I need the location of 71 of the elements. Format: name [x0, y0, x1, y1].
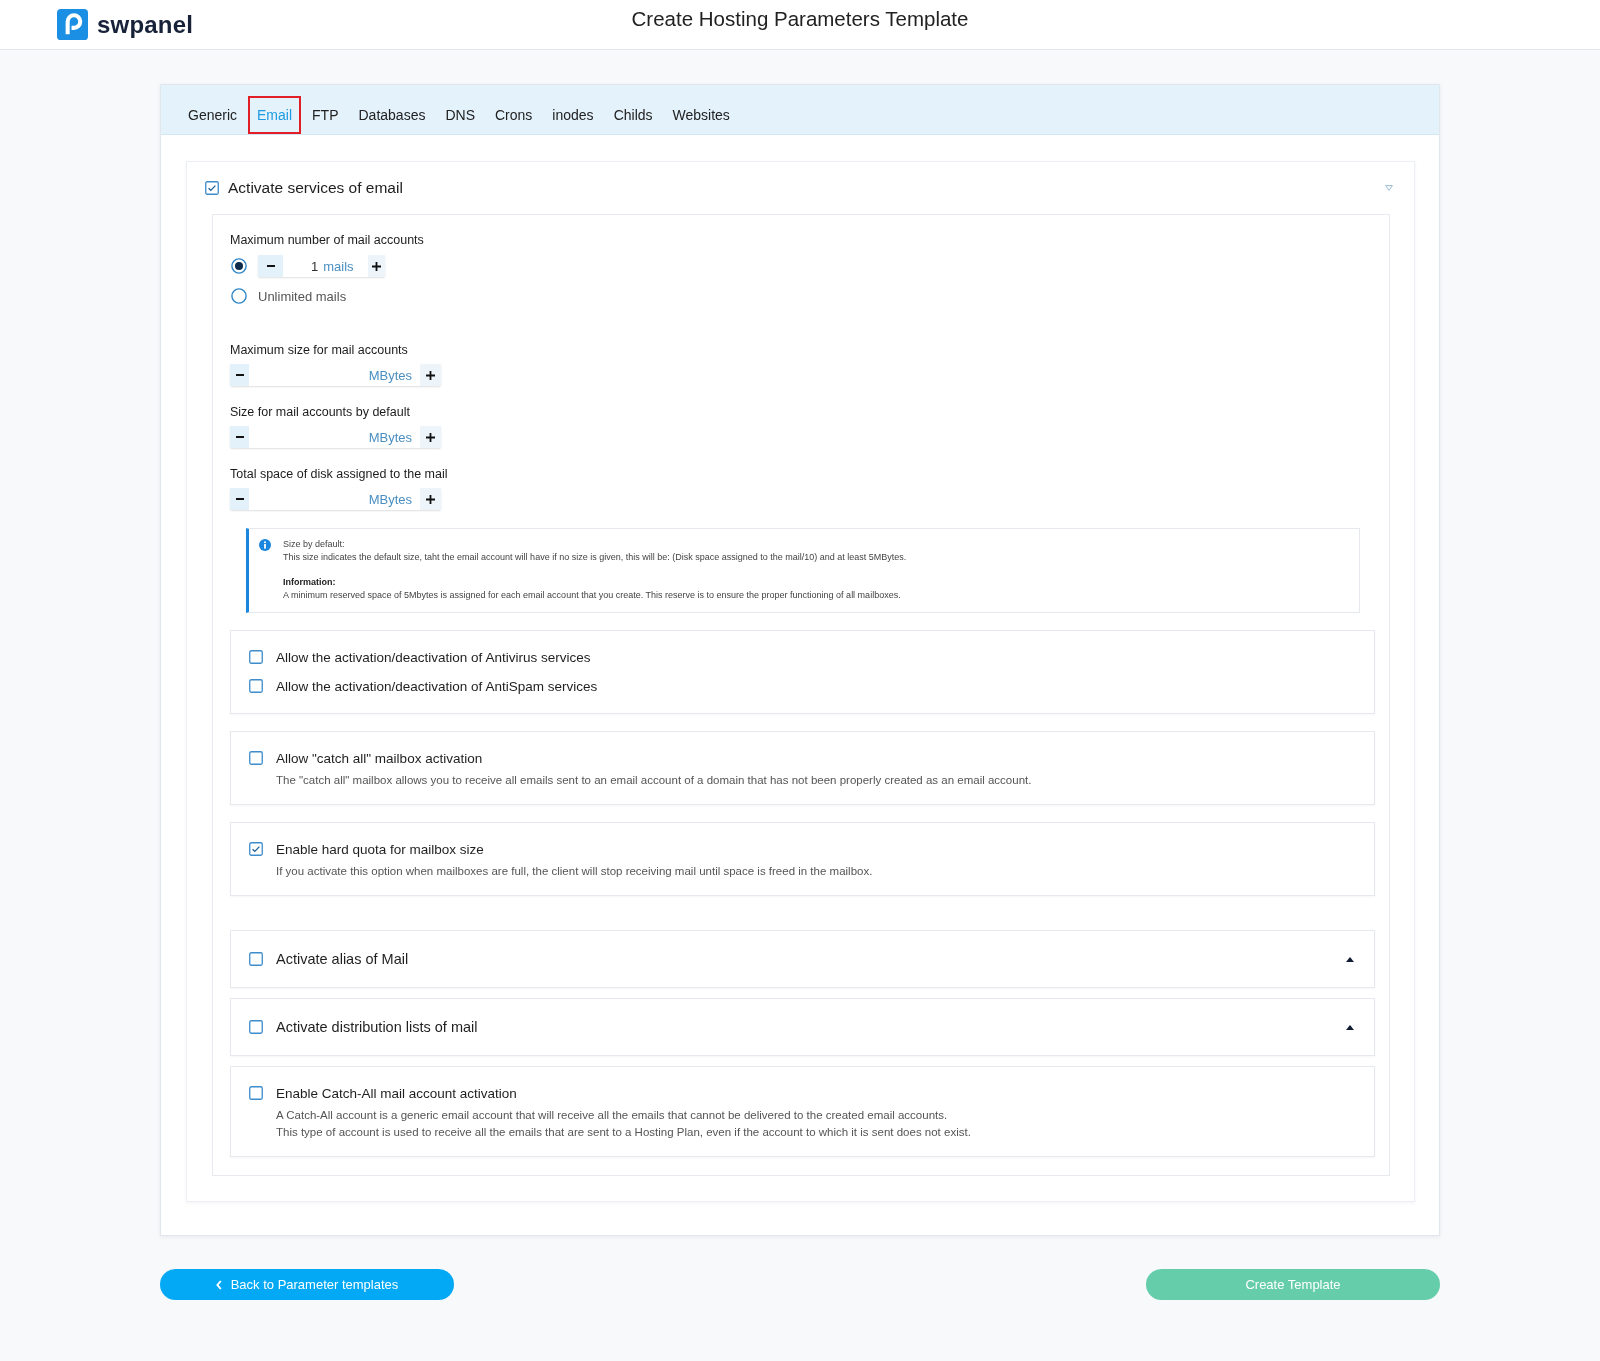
mail-count-field[interactable]: 1 mails: [283, 255, 368, 277]
unit-label: MBytes: [368, 429, 412, 445]
chevron-left-icon: [215, 1279, 222, 1290]
caret-up-icon[interactable]: [1346, 1024, 1354, 1030]
option-description: The "catch all" mailbox allows you to receive all emails sent to an email account of a domain that has not been properly created as an email account.: [276, 773, 1032, 788]
checkbox[interactable]: [249, 1086, 263, 1100]
checkbox-label: Activate alias of Mail: [276, 951, 409, 967]
info-text: A minimum reserved space of 5Mbytes is assigned for each email account that you create. This reserve is to ensure the proper functioning of all mailboxes.: [283, 589, 901, 602]
decrement-button[interactable]: [230, 364, 249, 386]
minus-icon: [266, 265, 275, 267]
unit-label: MBytes: [368, 367, 412, 383]
option-description: This type of account is used to receive all the emails that are sent to a Hosting Plan, even if the account to which it is sent does not exist.: [276, 1125, 971, 1140]
checkbox-label: Enable Catch-All mail account activation: [276, 1085, 517, 1101]
tab[interactable]: inodes: [543, 96, 603, 134]
checkbox[interactable]: [249, 679, 263, 693]
plus-icon: [372, 261, 381, 271]
plus-icon: [426, 432, 435, 442]
radio-label: Unlimited mails: [258, 288, 347, 304]
radio-button[interactable]: [231, 288, 247, 304]
option-description: A Catch-All account is a generic email account that will receive all the emails that cannot be delivered to the created email accounts.: [276, 1108, 948, 1123]
decrement-button[interactable]: [230, 488, 249, 510]
checkbox[interactable]: [249, 650, 263, 664]
info-heading: Size by default:: [283, 538, 345, 551]
field-label: Maximum number of mail accounts: [230, 232, 424, 248]
info-text: This size indicates the default size, taht the email account will have if no size is given, this will be: (Disk space assigned to the mail/10) and at least 5MBytes.: [283, 551, 907, 564]
minus-icon: [235, 498, 244, 500]
checkbox-label: Activate distribution lists of mail: [276, 1019, 478, 1035]
tab[interactable]: FTP: [303, 96, 348, 134]
checkbox-label: Allow "catch all" mailbox activation: [276, 750, 483, 766]
tab[interactable]: Childs: [604, 96, 662, 134]
field-label: Maximum size for mail accounts: [230, 342, 408, 358]
section-title: Activate services of email: [228, 179, 403, 197]
field-label: Total space of disk assigned to the mail: [230, 466, 448, 482]
field-value: 1: [311, 258, 319, 274]
size-field[interactable]: MBytes: [249, 426, 420, 448]
tab[interactable]: Generic: [179, 96, 247, 134]
info-icon: [259, 539, 271, 551]
increment-button[interactable]: [420, 364, 441, 386]
increment-button[interactable]: [368, 255, 385, 277]
page-title: Create Hosting Parameters Template: [631, 6, 969, 31]
checkbox[interactable]: [249, 842, 263, 856]
plus-icon: [426, 370, 435, 380]
unit-label: MBytes: [368, 491, 412, 507]
checkbox[interactable]: [249, 751, 263, 765]
tab[interactable]: Databases: [349, 96, 435, 134]
minus-icon: [235, 436, 244, 438]
tab[interactable]: DNS: [436, 96, 484, 134]
info-heading: Information:: [283, 576, 336, 589]
checkbox[interactable]: [249, 1020, 263, 1034]
checkbox[interactable]: [249, 952, 263, 966]
checkbox-label: Enable hard quota for mailbox size: [276, 841, 484, 857]
decrement-button[interactable]: [258, 255, 283, 277]
unit-label: mails: [323, 258, 354, 274]
checkbox-label: Allow the activation/deactivation of Antivirus services: [276, 649, 591, 665]
brand-name: swpanel: [97, 10, 194, 39]
field-label: Size for mail accounts by default: [230, 404, 410, 420]
minus-icon: [235, 374, 244, 376]
size-field[interactable]: MBytes: [249, 488, 420, 510]
decrement-button[interactable]: [230, 426, 249, 448]
checkbox[interactable]: [205, 181, 219, 195]
tab[interactable]: Crons: [486, 96, 542, 134]
increment-button[interactable]: [420, 426, 441, 448]
plus-icon: [426, 494, 435, 504]
option-description: If you activate this option when mailboxes are full, the client will stop receiving mail until space is freed in the mailbox.: [276, 864, 873, 879]
checkbox-label: Allow the activation/deactivation of AntiSpam services: [276, 678, 598, 694]
logo-icon: [56, 9, 89, 40]
radio-button[interactable]: [231, 258, 247, 274]
caret-up-icon[interactable]: [1346, 956, 1354, 962]
increment-button[interactable]: [420, 488, 441, 510]
tab[interactable]: Websites: [663, 96, 739, 134]
size-field[interactable]: MBytes: [249, 364, 420, 386]
